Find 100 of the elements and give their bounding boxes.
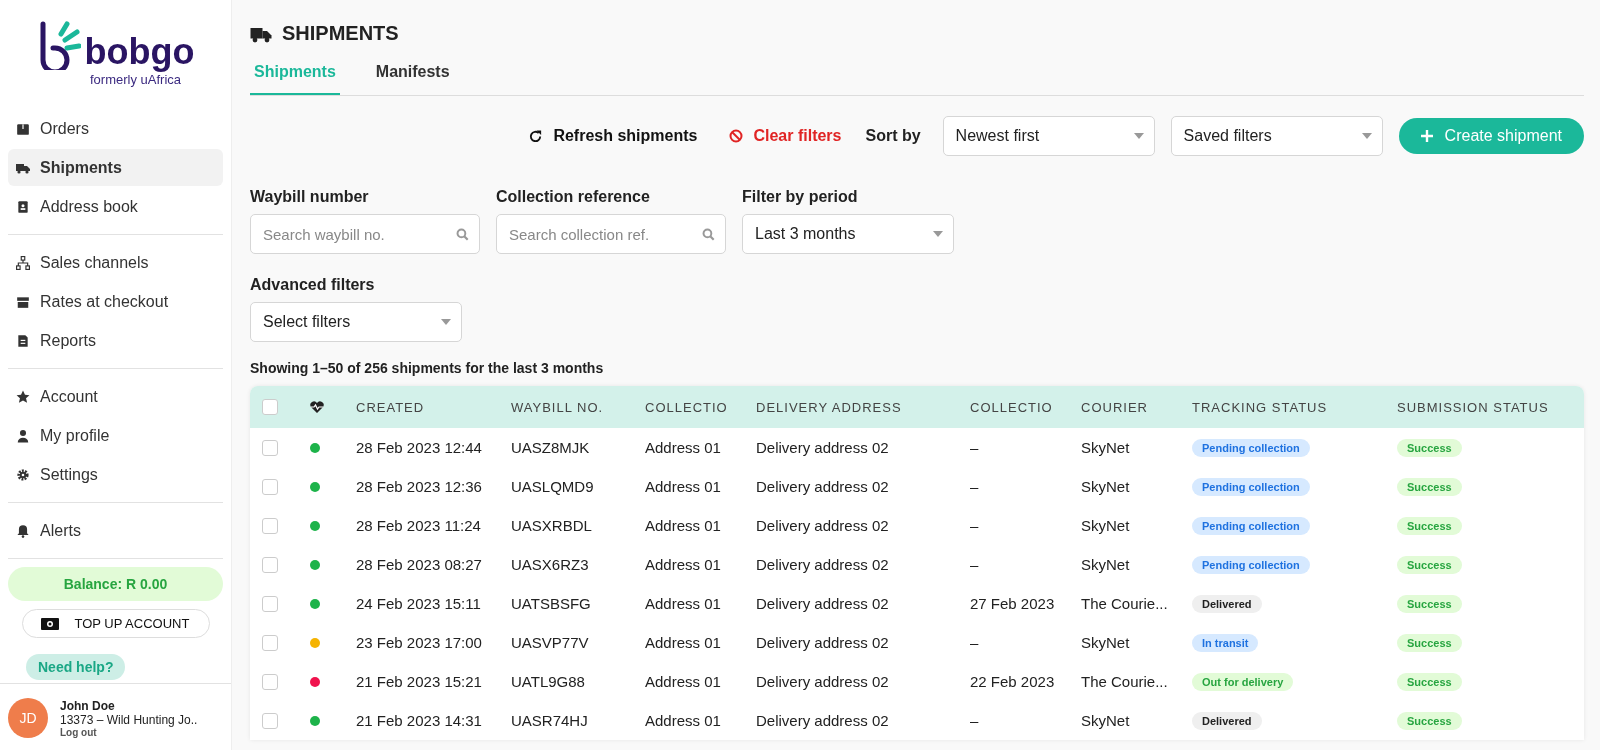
- submission-status-tag: Success: [1397, 594, 1462, 613]
- table-cell: 22 Feb 2023: [970, 673, 1055, 690]
- table-cell: Delivery address 02: [756, 595, 889, 612]
- table-cell: Delivery address 02: [756, 712, 889, 729]
- submission-status-tag: Success: [1397, 477, 1462, 496]
- tab[interactable]: Manifests: [371, 55, 454, 95]
- row-checkbox[interactable]: [262, 595, 278, 612]
- sort-dropdown[interactable]: Newest first: [942, 116, 1155, 156]
- refresh-icon: [528, 128, 544, 144]
- row-checkbox[interactable]: [262, 478, 278, 495]
- table-cell: SkyNet: [1081, 556, 1130, 573]
- clear-filters-button[interactable]: Clear filters: [721, 127, 850, 145]
- column-header: COLLECTIO: [969, 399, 1054, 415]
- select-all-checkbox[interactable]: [262, 399, 278, 415]
- box-icon: [16, 121, 30, 136]
- table-cell: Address 01: [645, 556, 721, 573]
- field-label: Collection reference: [496, 188, 651, 206]
- column-header: COLLECTIO: [644, 399, 729, 415]
- search-field[interactable]: Search collection ref.: [496, 214, 726, 254]
- search-field[interactable]: Search waybill no.: [250, 214, 480, 254]
- table-cell: 28 Feb 2023 12:44: [356, 439, 482, 456]
- document-icon: [16, 333, 30, 348]
- table-cell: UASLQMD9: [511, 478, 594, 495]
- table-cell: Address 01: [645, 673, 721, 690]
- column-header: TRACKING STATUS: [1191, 399, 1329, 415]
- sidebar-item[interactable]: Settings: [8, 456, 223, 493]
- user-name: John Doe: [60, 698, 116, 713]
- table-cell: SkyNet: [1081, 478, 1130, 495]
- sidebar-item[interactable]: Account: [8, 378, 223, 415]
- submission-status-tag: Success: [1397, 711, 1462, 730]
- sidebar-item[interactable]: Sales channels: [8, 244, 223, 281]
- page-title: SHIPMENTS: [282, 22, 399, 45]
- table-cell: 24 Feb 2023 15:11: [356, 595, 481, 612]
- table-cell: –: [970, 712, 979, 729]
- table-cell: Address 01: [645, 634, 721, 651]
- store-icon: [16, 294, 30, 309]
- table-cell: Address 01: [645, 439, 721, 456]
- row-checkbox[interactable]: [262, 517, 278, 534]
- row-checkbox[interactable]: [262, 439, 278, 456]
- submission-status-tag: Success: [1397, 672, 1462, 691]
- table-cell: –: [970, 634, 979, 651]
- user-icon: [16, 428, 30, 443]
- saved-filters-dropdown[interactable]: Saved filters: [1170, 116, 1383, 156]
- period-dropdown[interactable]: Last 3 months: [742, 214, 954, 254]
- table-cell: Address 01: [645, 517, 721, 534]
- table-cell: 28 Feb 2023 12:36: [356, 478, 482, 495]
- row-checkbox[interactable]: [262, 634, 278, 651]
- row-checkbox[interactable]: [262, 556, 278, 573]
- tracking-status-tag: In transit: [1192, 633, 1259, 652]
- table-cell: The Courie...: [1081, 673, 1168, 690]
- row-checkbox[interactable]: [262, 712, 278, 729]
- submission-status-tag: Success: [1397, 633, 1462, 652]
- table-cell: Address 01: [645, 595, 721, 612]
- caret-icon: [933, 231, 943, 237]
- top-up-account-button[interactable]: TOP UP ACCOUNT: [21, 609, 210, 638]
- table-cell: Delivery address 02: [756, 673, 889, 690]
- bell-icon: [16, 523, 30, 538]
- avatar: JD: [8, 698, 48, 738]
- star-icon: [16, 389, 30, 404]
- column-header: DELIVERY ADDRESS: [755, 399, 903, 415]
- row-checkbox[interactable]: [262, 673, 278, 690]
- table-cell: 27 Feb 2023: [970, 595, 1055, 612]
- search-icon: [456, 228, 469, 241]
- table-cell: UATSBSFG: [511, 595, 591, 612]
- table-cell: –: [970, 517, 979, 534]
- sidebar-item[interactable]: Rates at checkout: [8, 283, 223, 320]
- sidebar-item[interactable]: Shipments: [8, 149, 223, 186]
- table-cell: 28 Feb 2023 11:24: [356, 517, 481, 534]
- tracking-status-tag: Pending collection: [1192, 438, 1310, 457]
- table-cell: UASXRBDL: [511, 517, 592, 534]
- sidebar-item[interactable]: Reports: [8, 322, 223, 359]
- table-cell: SkyNet: [1081, 634, 1130, 651]
- heart-pulse-icon: [310, 401, 324, 413]
- table-cell: SkyNet: [1081, 517, 1130, 534]
- submission-status-tag: Success: [1397, 555, 1462, 574]
- sidebar-item[interactable]: Orders: [8, 110, 223, 147]
- table-cell: UATL9G88: [511, 673, 585, 690]
- tracking-status-tag: Pending collection: [1192, 516, 1310, 535]
- tracking-status-tag: Delivered: [1192, 594, 1262, 613]
- table-cell: Delivery address 02: [756, 517, 889, 534]
- table-cell: 28 Feb 2023 08:27: [356, 556, 482, 573]
- refresh-shipments-button[interactable]: Refresh shipments: [520, 127, 706, 145]
- table-cell: Delivery address 02: [756, 439, 889, 456]
- sitemap-icon: [16, 255, 30, 270]
- search-icon: [702, 228, 715, 241]
- table-cell: –: [970, 439, 979, 456]
- sort-by-label: Sort by: [865, 127, 921, 145]
- table-cell: UASR74HJ: [511, 712, 588, 729]
- column-header: WAYBILL NO.: [510, 399, 605, 415]
- logo-wordmark: bobgo: [84, 34, 195, 70]
- field-label: Filter by period: [742, 188, 859, 206]
- table-cell: Delivery address 02: [756, 634, 889, 651]
- sidebar-item[interactable]: Alerts: [8, 512, 223, 549]
- column-header: SUBMISSION STATUS: [1396, 399, 1550, 415]
- sidebar-item[interactable]: My profile: [8, 417, 223, 454]
- table-cell: SkyNet: [1081, 439, 1130, 456]
- field-label: Advanced filters: [250, 276, 376, 294]
- log-out-link[interactable]: Log out: [60, 726, 198, 738]
- advanced-filters-dropdown[interactable]: Select filters: [250, 302, 462, 342]
- sidebar-item[interactable]: Address book: [8, 188, 223, 225]
